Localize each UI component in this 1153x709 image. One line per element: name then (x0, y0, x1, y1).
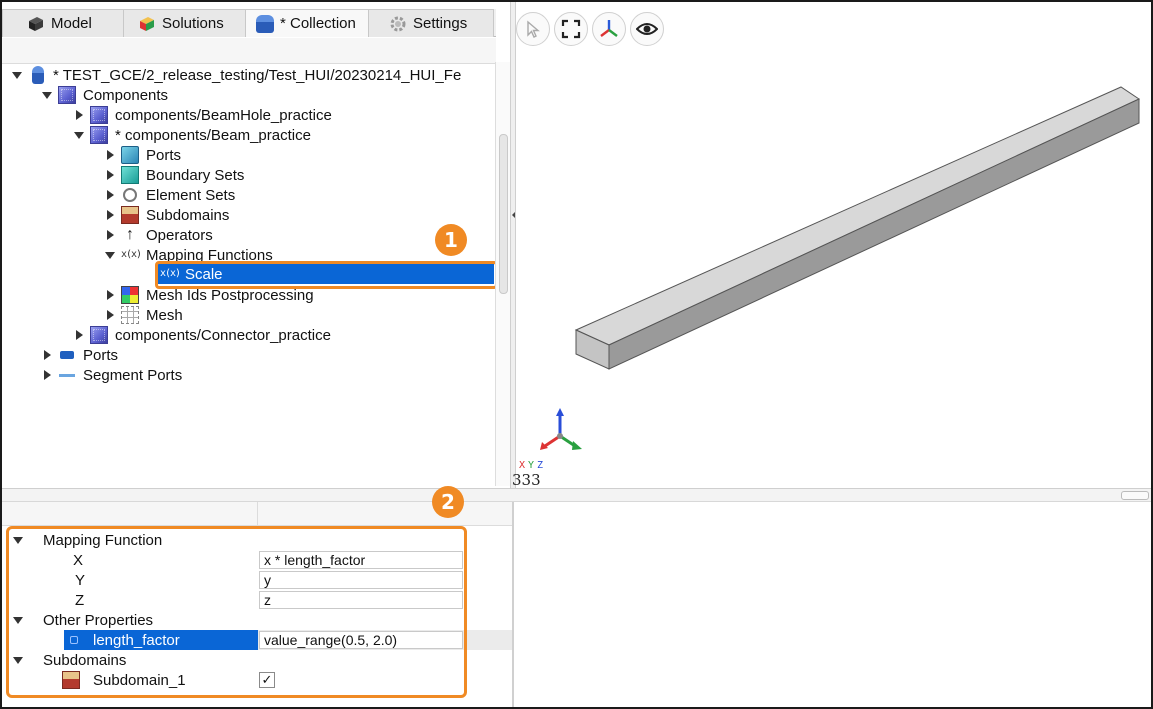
tree-item-components[interactable]: Components (40, 85, 168, 105)
tree-item-connector[interactable]: components/Connector_practice (72, 325, 331, 345)
expand-arrow-icon[interactable] (72, 105, 86, 125)
tree-item-beam[interactable]: * components/Beam_practice (72, 125, 311, 145)
axis-triad-icon (540, 408, 582, 450)
expand-arrow-icon[interactable] (103, 285, 117, 305)
boundary-set-icon (121, 166, 139, 184)
mesh-postprocessing-icon (121, 286, 139, 304)
tab-solutions[interactable]: Solutions (123, 9, 246, 37)
tab-collection[interactable]: * Collection (245, 9, 369, 37)
tree-item-root[interactable]: * TEST_GCE/2_release_testing/Test_HUI/20… (10, 65, 461, 85)
beam-model[interactable] (516, 2, 1153, 488)
3d-viewport[interactable]: X Y Z 333 (512, 2, 1153, 489)
tab-solutions-label: Solutions (162, 15, 224, 32)
element-set-icon (123, 188, 137, 202)
tree-item-label: Components (83, 86, 169, 104)
tab-model-label: Model (51, 15, 92, 32)
tree-item-label: components/Connector_practice (115, 326, 331, 344)
tree-item-boundary-sets[interactable]: Boundary Sets (103, 165, 244, 185)
triad-scale-readout: 333 (512, 471, 541, 489)
application-window: Model Solutions * Collection Settings * … (0, 0, 1153, 709)
tree-item-operators[interactable]: ↑ Operators (103, 225, 213, 245)
tab-model[interactable]: Model (2, 9, 124, 37)
tree-item-label: Ports (83, 346, 119, 364)
tree-item-label: Ports (146, 146, 182, 164)
tree-item-label: Operators (146, 226, 213, 244)
expand-arrow-icon[interactable] (103, 165, 117, 185)
triad-y-label: Y (528, 460, 535, 471)
tab-settings-label: Settings (413, 15, 468, 32)
tree-item-beamhole[interactable]: components/BeamHole_practice (72, 105, 332, 125)
tree-item-label: Subdomains (146, 206, 230, 224)
tab-settings[interactable]: Settings (368, 9, 494, 37)
component-cube-icon (90, 326, 108, 344)
tree-item-label: Mesh Ids Postprocessing (146, 286, 314, 304)
tree-item-segment-ports[interactable]: Segment Ports (40, 365, 182, 385)
mesh-grid-icon (121, 306, 139, 324)
collapse-arrow-icon[interactable] (40, 85, 54, 105)
subdomain-icon (121, 206, 139, 224)
tree-item-element-sets[interactable]: Element Sets (103, 185, 235, 205)
properties-highlight-frame (6, 526, 467, 698)
callout-badge-1: 1 (435, 224, 467, 256)
expand-arrow-icon[interactable] (40, 365, 54, 385)
component-cube-icon (90, 106, 108, 124)
tree-item-label: * TEST_GCE/2_release_testing/Test_HUI/20… (53, 66, 462, 84)
tree-item-label: Boundary Sets (146, 166, 245, 184)
column-divider[interactable] (257, 502, 258, 526)
solutions-icon (138, 15, 156, 33)
collapse-arrow-icon[interactable] (10, 65, 24, 85)
tab-bar: Model Solutions * Collection Settings (2, 9, 496, 37)
tree-item-ports[interactable]: Ports (103, 145, 181, 165)
tree-item-label: Segment Ports (83, 366, 183, 384)
expand-arrow-icon[interactable] (103, 205, 117, 225)
collection-icon (32, 66, 44, 84)
port-icon (60, 351, 74, 359)
expand-arrow-icon[interactable] (103, 185, 117, 205)
scrollbar-thumb[interactable] (499, 134, 508, 294)
expand-arrow-icon[interactable] (103, 225, 117, 245)
scale-highlight-frame (155, 261, 498, 289)
settings-icon (389, 15, 407, 33)
port-icon (121, 146, 139, 164)
expand-arrow-icon[interactable] (103, 145, 117, 165)
tree-item-label: components/BeamHole_practice (115, 106, 332, 124)
operator-arrow-icon: ↑ (126, 226, 134, 243)
horizontal-splitter[interactable] (2, 488, 1151, 502)
component-cube-icon (90, 126, 108, 144)
mapping-function-icon: x(x) (121, 249, 142, 260)
collapse-arrow-icon[interactable] (72, 125, 86, 145)
tree-item-label: Mesh (146, 306, 183, 324)
tree-item-root-ports[interactable]: Ports (40, 345, 118, 365)
tree-item-mesh[interactable]: Mesh (103, 305, 183, 325)
tab-collection-label: * Collection (280, 15, 356, 32)
triad-x-label: X (519, 460, 526, 471)
callout-badge-2: 2 (432, 486, 464, 518)
tree-item-label: * components/Beam_practice (115, 126, 311, 144)
component-cube-icon (58, 86, 76, 104)
tree-item-label: Element Sets (146, 186, 236, 204)
segment-port-icon (59, 373, 75, 377)
tree-item-subdomains[interactable]: Subdomains (103, 205, 229, 225)
splitter-handle[interactable] (1121, 491, 1149, 500)
model-icon (27, 15, 45, 33)
tree-scrollbar[interactable] (495, 62, 510, 486)
tree-header (2, 38, 496, 64)
collection-icon (256, 14, 274, 33)
expand-arrow-icon[interactable] (103, 305, 117, 325)
secondary-panel (512, 502, 1151, 707)
triad-z-label: Z (537, 460, 544, 471)
expand-arrow-icon[interactable] (72, 325, 86, 345)
expand-arrow-icon[interactable] (40, 345, 54, 365)
collapse-arrow-icon[interactable] (103, 245, 117, 265)
collapse-left-icon[interactable] (512, 212, 515, 218)
